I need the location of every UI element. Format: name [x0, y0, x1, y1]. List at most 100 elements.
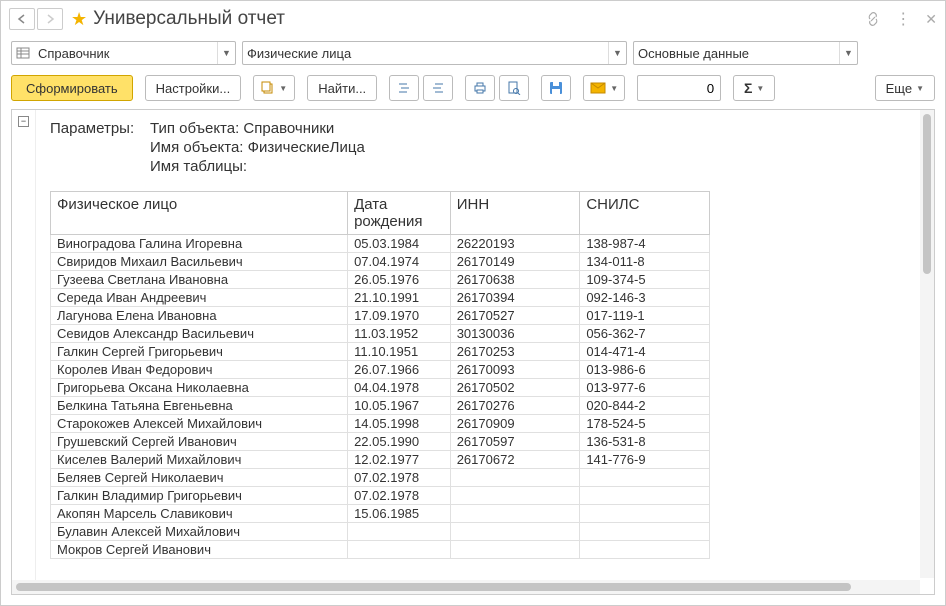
diskette-icon [549, 81, 563, 95]
table-row[interactable]: Виноградова Галина Игоревна05.03.1984262… [51, 235, 710, 253]
variants-button[interactable]: ▼ [253, 75, 295, 101]
save-button[interactable] [541, 75, 571, 101]
cell-snils: 017-119-1 [580, 307, 710, 325]
sigma-icon: Σ [744, 80, 752, 96]
parameters-label: Параметры: [50, 120, 150, 177]
object-type-select[interactable]: Справочник ▼ [11, 41, 236, 65]
page-search-icon [507, 81, 521, 95]
cell-birth: 11.03.1952 [348, 325, 451, 343]
favorite-star-icon[interactable]: ★ [71, 9, 87, 30]
cell-snils: 020-844-2 [580, 397, 710, 415]
cell-birth: 26.07.1966 [348, 361, 451, 379]
nav-back-button[interactable] [9, 8, 35, 30]
header-name: Физическое лицо [51, 192, 348, 235]
preview-button[interactable] [499, 75, 529, 101]
table-row[interactable]: Свиридов Михаил Васильевич07.04.19742617… [51, 253, 710, 271]
kebab-menu-icon[interactable]: ⋮ [895, 9, 911, 29]
table-header-row: Физическое лицо Дата рождения ИНН СНИЛС [51, 192, 710, 235]
titlebar: ★ Универсальный отчет ⋮ ✕ [1, 1, 945, 37]
cell-name: Грушевский Сергей Иванович [51, 433, 348, 451]
toolbar: Сформировать Настройки... ▼ Найти... [1, 69, 945, 107]
table-row[interactable]: Беляев Сергей Николаевич07.02.1978 [51, 469, 710, 487]
table-row[interactable]: Григорьева Оксана Николаевна04.04.197826… [51, 379, 710, 397]
header-snils: СНИЛС [580, 192, 710, 235]
cell-name: Королев Иван Федорович [51, 361, 348, 379]
expand-groups-button[interactable] [389, 75, 419, 101]
cell-birth: 15.06.1985 [348, 505, 451, 523]
table-row[interactable]: Мокров Сергей Иванович [51, 541, 710, 559]
cell-snils [580, 505, 710, 523]
filter-row: Справочник ▼ Физические лица ▼ Основные … [1, 37, 945, 69]
settings-button[interactable]: Настройки... [145, 75, 242, 101]
table-row[interactable]: Белкина Татьяна Евгеньевна10.05.19672617… [51, 397, 710, 415]
table-row[interactable]: Лагунова Елена Ивановна17.09.19702617052… [51, 307, 710, 325]
more-button[interactable]: Еще ▼ [875, 75, 935, 101]
find-button[interactable]: Найти... [307, 75, 377, 101]
param-line: Имя объекта: ФизическиеЛица [150, 139, 365, 156]
cell-snils: 134-011-8 [580, 253, 710, 271]
cell-inn: 26170093 [450, 361, 580, 379]
cell-inn [450, 541, 580, 559]
cell-snils [580, 523, 710, 541]
generate-button[interactable]: Сформировать [11, 75, 133, 101]
cell-snils: 056-362-7 [580, 325, 710, 343]
cell-birth: 14.05.1998 [348, 415, 451, 433]
cell-inn: 26170909 [450, 415, 580, 433]
table-row[interactable]: Севидов Александр Васильевич11.03.195230… [51, 325, 710, 343]
cell-birth: 07.02.1978 [348, 469, 451, 487]
cell-name: Мокров Сергей Иванович [51, 541, 348, 559]
cell-name: Гузеева Светлана Ивановна [51, 271, 348, 289]
cell-name: Киселев Валерий Михайлович [51, 451, 348, 469]
app-window: ★ Универсальный отчет ⋮ ✕ Справочник ▼ Ф… [0, 0, 946, 606]
cell-name: Григорьева Оксана Николаевна [51, 379, 348, 397]
table-row[interactable]: Киселев Валерий Михайлович12.02.19772617… [51, 451, 710, 469]
number-input[interactable] [637, 75, 721, 101]
cell-inn: 26170149 [450, 253, 580, 271]
cell-birth [348, 523, 451, 541]
table-row[interactable]: Середа Иван Андреевич21.10.1991261703940… [51, 289, 710, 307]
horizontal-scrollbar-thumb[interactable] [16, 583, 851, 591]
data-kind-select[interactable]: Основные данные ▼ [633, 41, 858, 65]
cell-name: Галкин Владимир Григорьевич [51, 487, 348, 505]
cell-snils [580, 469, 710, 487]
cell-inn: 26170527 [450, 307, 580, 325]
param-line: Тип объекта: Справочники [150, 120, 365, 137]
cell-snils: 013-986-6 [580, 361, 710, 379]
collapse-groups-button[interactable] [423, 75, 453, 101]
table-row[interactable]: Галкин Владимир Григорьевич07.02.1978 [51, 487, 710, 505]
chevron-down-icon: ▼ [217, 42, 235, 64]
cell-name: Виноградова Галина Игоревна [51, 235, 348, 253]
close-icon[interactable]: ✕ [925, 11, 937, 28]
cell-snils [580, 487, 710, 505]
cell-snils: 141-776-9 [580, 451, 710, 469]
sum-button[interactable]: Σ ▼ [733, 75, 775, 101]
table-row[interactable]: Грушевский Сергей Иванович22.05.19902617… [51, 433, 710, 451]
header-birth: Дата рождения [348, 192, 451, 235]
table-row[interactable]: Старокожев Алексей Михайлович14.05.19982… [51, 415, 710, 433]
table-row[interactable]: Булавин Алексей Михайлович [51, 523, 710, 541]
horizontal-scrollbar[interactable] [12, 580, 920, 594]
cell-name: Булавин Алексей Михайлович [51, 523, 348, 541]
table-row[interactable]: Галкин Сергей Григорьевич11.10.195126170… [51, 343, 710, 361]
table-row[interactable]: Королев Иван Федорович26.07.196626170093… [51, 361, 710, 379]
parameters-values: Тип объекта: Справочники Имя объекта: Фи… [150, 120, 365, 177]
cell-inn: 26170672 [450, 451, 580, 469]
chevron-down-icon: ▼ [608, 42, 626, 64]
link-icon[interactable] [865, 11, 881, 27]
object-name-select[interactable]: Физические лица ▼ [242, 41, 627, 65]
cell-birth: 21.10.1991 [348, 289, 451, 307]
arrow-right-icon [44, 14, 56, 24]
print-button[interactable] [465, 75, 495, 101]
object-type-value: Справочник [34, 46, 217, 61]
collapse-toggle[interactable]: − [18, 116, 29, 127]
cell-birth [348, 541, 451, 559]
send-button[interactable]: ▼ [583, 75, 625, 101]
cell-inn: 26170638 [450, 271, 580, 289]
cell-name: Галкин Сергей Григорьевич [51, 343, 348, 361]
table-row[interactable]: Гузеева Светлана Ивановна26.05.197626170… [51, 271, 710, 289]
cell-birth: 05.03.1984 [348, 235, 451, 253]
vertical-scrollbar-thumb[interactable] [923, 114, 931, 274]
table-row[interactable]: Акопян Марсель Славикович15.06.1985 [51, 505, 710, 523]
vertical-scrollbar[interactable] [920, 110, 934, 578]
nav-forward-button[interactable] [37, 8, 63, 30]
